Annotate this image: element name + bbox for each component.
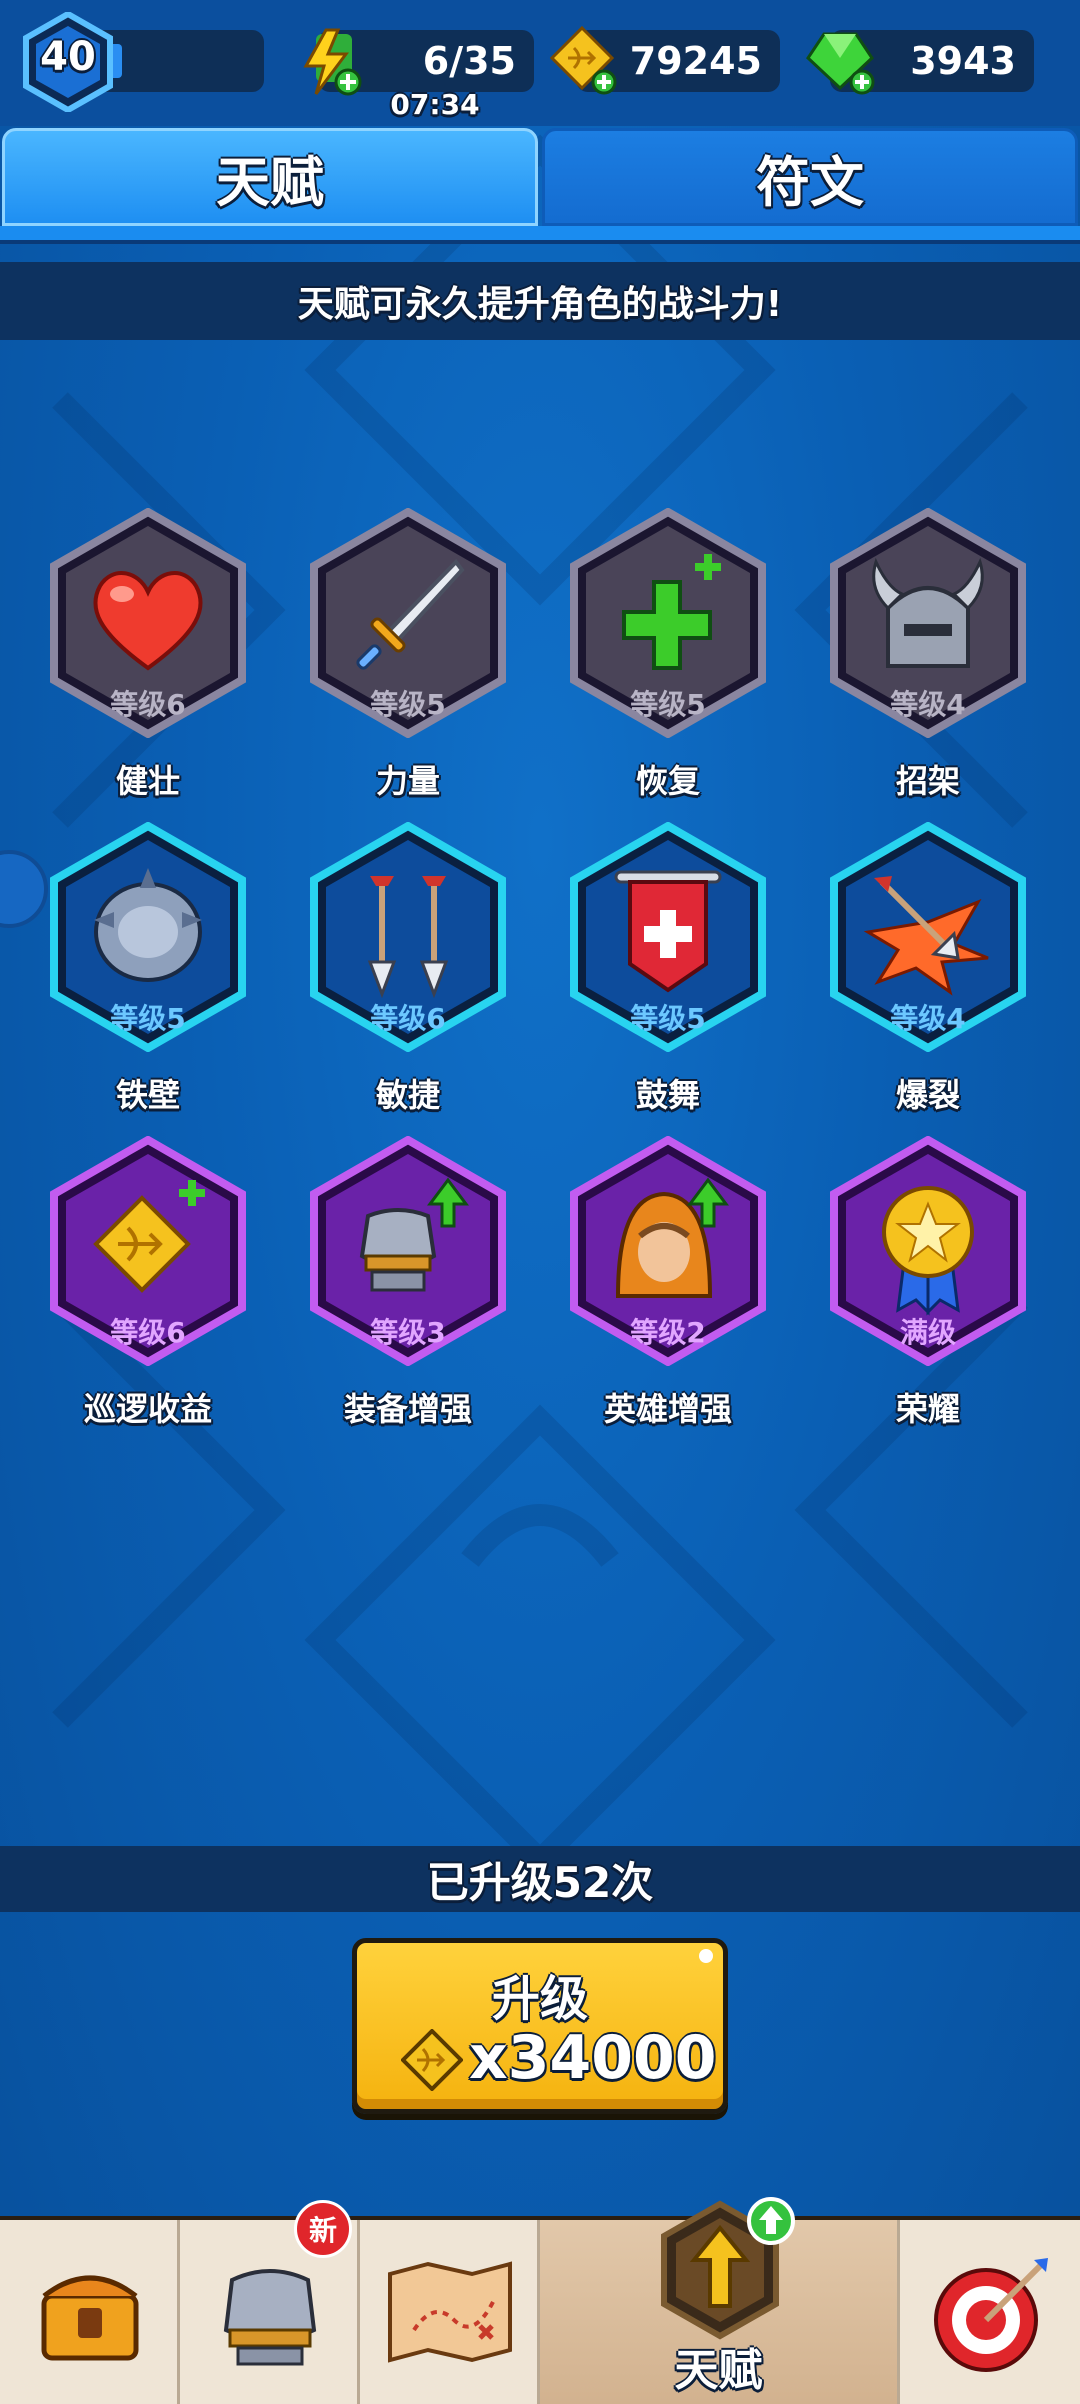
talent-name: 巡逻收益: [83, 1390, 212, 1428]
treasure-map-icon: [388, 2261, 512, 2363]
green-cross-icon: [622, 554, 721, 670]
horned-helmet-icon: [872, 557, 984, 668]
talent-name: 恢复: [635, 762, 700, 800]
talent-name: 装备增强: [343, 1390, 472, 1428]
talent-tile[interactable]: 等级6 巡逻收益: [38, 1136, 258, 1436]
talent-tile[interactable]: 等级4 招架: [818, 508, 1038, 808]
talent-level: 等级5: [630, 1002, 706, 1035]
nav-shop[interactable]: [0, 2220, 180, 2404]
target-arrow-icon: [934, 2258, 1048, 2372]
heart-icon: [93, 571, 203, 671]
tab-bar: 天赋 符文: [0, 126, 1080, 238]
upgrade-cost: x34000: [469, 2023, 717, 2093]
talent-name: 招架: [895, 762, 960, 800]
talent-level: 等级6: [110, 1316, 186, 1349]
talent-name: 鼓舞: [635, 1076, 700, 1114]
hooded-hero-up-icon: [615, 1177, 729, 1298]
tab-talent[interactable]: 天赋: [2, 128, 538, 226]
new-badge: 新: [294, 2200, 352, 2258]
talent-tile[interactable]: 等级2 英雄增强: [558, 1136, 778, 1436]
talent-name: 敏捷: [375, 1076, 440, 1114]
talent-tile[interactable]: 等级6 健壮: [38, 508, 258, 808]
tab-underline: [0, 226, 1080, 244]
nav-map[interactable]: [360, 2220, 540, 2404]
energy-timer: 07:34: [390, 88, 480, 121]
nav-challenge[interactable]: [900, 2220, 1080, 2404]
talent-tile[interactable]: 等级5 力量: [298, 508, 518, 808]
gold-coin-icon: [401, 2029, 463, 2091]
upgrade-button-label: 升级: [491, 1971, 588, 2027]
talent-name: 荣耀: [895, 1390, 960, 1428]
button-shine: [699, 1949, 713, 1963]
talent-tile[interactable]: 满级 荣耀: [818, 1136, 1038, 1436]
talent-tile[interactable]: 等级3 装备增强: [298, 1136, 518, 1436]
armor-up-icon: [359, 1177, 469, 1292]
talent-tile[interactable]: 等级5 鼓舞: [558, 822, 778, 1122]
armor-icon: [223, 2269, 317, 2366]
talent-name: 力量: [375, 762, 440, 800]
treasure-chest-icon: [41, 2275, 139, 2361]
spiked-shield-icon: [94, 868, 202, 982]
energy-value: 6/35: [422, 39, 516, 83]
talent-level: 等级3: [370, 1316, 446, 1349]
explosive-arrow-icon: [863, 876, 989, 996]
upgrade-button[interactable]: 升级 x34000: [352, 1938, 728, 2114]
talent-tile[interactable]: 等级6 敏捷: [298, 822, 518, 1122]
gold-coin-icon[interactable]: [548, 24, 622, 98]
coin-value: 79245: [629, 39, 762, 83]
talent-name: 爆裂: [895, 1076, 960, 1114]
energy-bolt-icon[interactable]: [296, 26, 368, 98]
talent-level: 等级4: [890, 1002, 966, 1035]
sword-icon: [356, 558, 465, 670]
talent-level: 等级6: [370, 1002, 446, 1035]
talent-tile[interactable]: 等级5 恢复: [558, 508, 778, 808]
talent-description: 天赋可永久提升角色的战斗力!: [0, 262, 1080, 340]
upgrade-available-icon: [747, 2197, 795, 2245]
talent-name: 健壮: [115, 762, 180, 800]
double-arrow-icon: [367, 876, 449, 999]
gold-medal-icon: [882, 1186, 974, 1316]
nav-talent[interactable]: 天赋: [540, 2197, 900, 2404]
nav-talent-label: 天赋: [674, 2345, 763, 2396]
talent-name: 铁壁: [115, 1076, 180, 1114]
gem-value: 3943: [910, 39, 1016, 83]
player-level: 40: [40, 34, 96, 80]
talent-level: 等级2: [630, 1316, 706, 1349]
gold-coin-plus-icon: [93, 1180, 205, 1293]
talent-level: 等级5: [110, 1002, 186, 1035]
talent-level: 满级: [899, 1316, 956, 1349]
talent-tile[interactable]: 等级5 铁壁: [38, 822, 258, 1122]
talent-level: 等级5: [630, 688, 706, 721]
upgrade-count: 已升级52次: [0, 1846, 1080, 1912]
tab-rune[interactable]: 符文: [542, 128, 1078, 226]
talent-name: 英雄增强: [603, 1390, 732, 1428]
talent-level: 等级5: [370, 688, 446, 721]
talent-level: 等级6: [110, 688, 186, 721]
green-gem-icon[interactable]: [804, 24, 880, 98]
red-banner-icon: [614, 870, 722, 993]
bottom-nav: 天赋: [0, 2197, 1080, 2404]
talent-level: 等级4: [890, 688, 966, 721]
talent-tile[interactable]: 等级4 爆裂: [818, 822, 1038, 1122]
